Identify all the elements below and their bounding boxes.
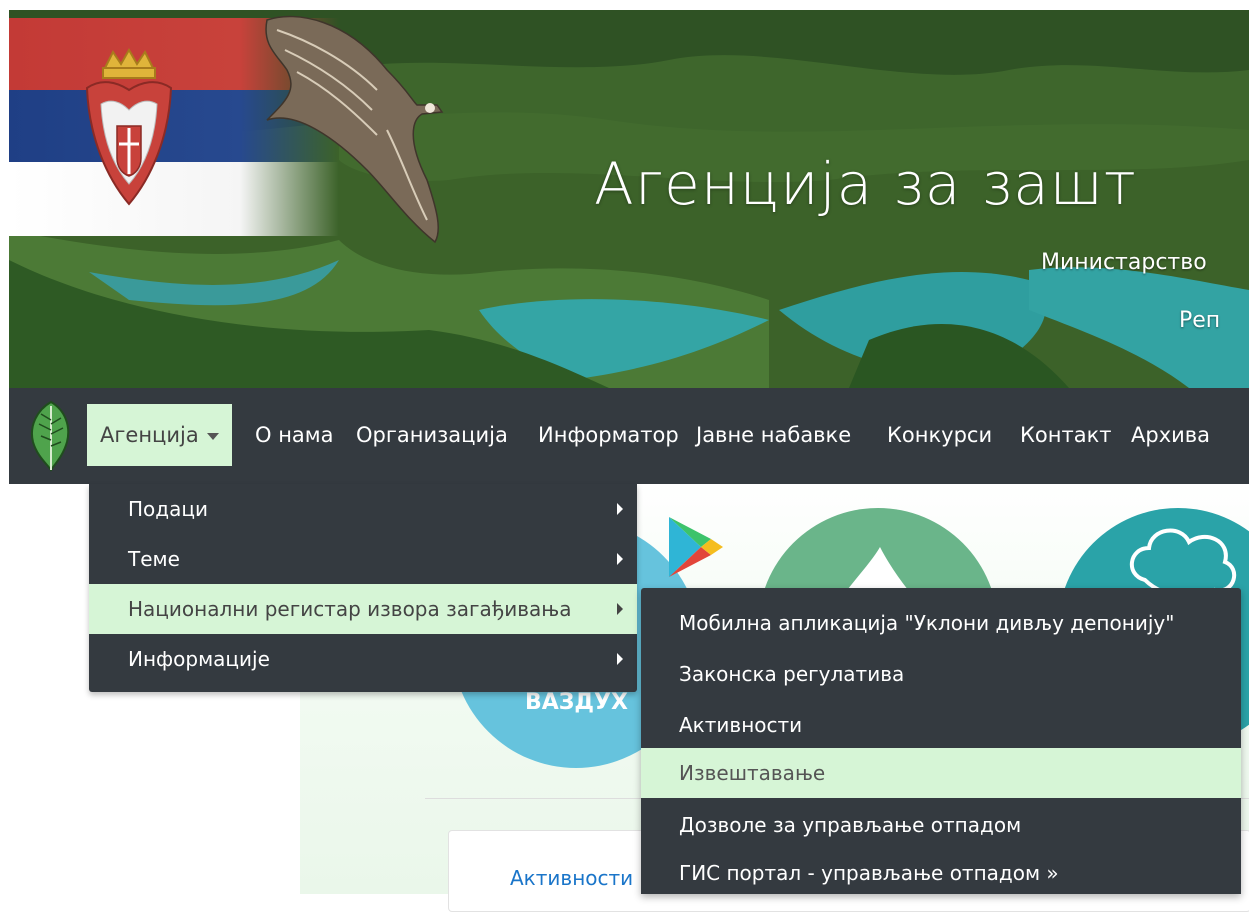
register-submenu: Мобилна апликација "Уклони дивљу депониј… xyxy=(641,588,1241,894)
site-title: Агенција за зашт xyxy=(594,150,1137,218)
chevron-right-icon xyxy=(617,503,623,515)
nav-item-informator[interactable]: Информатор xyxy=(538,404,679,466)
chevron-right-icon xyxy=(617,653,623,665)
activities-link[interactable]: Активности xyxy=(510,866,633,890)
submenu-item-activities[interactable]: Активности xyxy=(641,700,1241,750)
submenu-item-waste-permits[interactable]: Дозволе за управљање отпадом xyxy=(641,800,1241,850)
dropdown-item-data-label: Подаци xyxy=(128,497,208,521)
nav-item-agency[interactable]: Агенција xyxy=(87,404,232,466)
submenu-item-reporting[interactable]: Извештавање xyxy=(641,748,1241,798)
dropdown-item-register-label: Национални регистар извора загађивања xyxy=(128,597,572,621)
dropdown-item-information[interactable]: Информације xyxy=(89,634,637,684)
submenu-item-label: ГИС портал - управљање отпадом » xyxy=(679,861,1059,885)
chevron-right-icon xyxy=(617,553,623,565)
chevron-right-icon xyxy=(617,603,623,615)
air-category-label: ВАЗДУХ xyxy=(525,690,628,715)
dropdown-item-national-pollution-register[interactable]: Национални регистар извора загађивања xyxy=(89,584,637,634)
coat-of-arms-icon xyxy=(85,48,173,206)
dropdown-item-information-label: Информације xyxy=(128,647,270,671)
submenu-item-label: Извештавање xyxy=(679,761,826,785)
submenu-item-label: Законска регулатива xyxy=(679,662,905,686)
caret-down-icon xyxy=(206,432,219,440)
submenu-item-label: Активности xyxy=(679,713,803,737)
leaf-logo-icon[interactable] xyxy=(29,400,73,472)
agency-dropdown-menu: Подаци Теме Национални регистар извора з… xyxy=(89,484,637,692)
nav-item-archive[interactable]: Архива xyxy=(1131,404,1210,466)
header-banner: Агенција за зашт Министарство Реп xyxy=(9,10,1249,388)
vulture-image xyxy=(265,15,444,244)
main-navbar: Агенција О нама Организација Информатор … xyxy=(9,388,1249,484)
submenu-item-label: Мобилна апликација "Уклони дивљу депониј… xyxy=(679,611,1175,635)
nav-item-agency-label: Агенција xyxy=(100,423,199,447)
nav-item-contact[interactable]: Контакт xyxy=(1020,404,1112,466)
submenu-item-label: Дозволе за управљање отпадом xyxy=(679,813,1022,837)
republic-subtitle: Реп xyxy=(1179,308,1221,333)
submenu-item-legislation[interactable]: Законска регулатива xyxy=(641,649,1241,699)
dropdown-item-topics[interactable]: Теме xyxy=(89,534,637,584)
nav-item-competitions[interactable]: Конкурси xyxy=(887,404,992,466)
dropdown-item-data[interactable]: Подаци xyxy=(89,484,637,534)
submenu-item-mobile-app[interactable]: Мобилна апликација "Уклони дивљу депониј… xyxy=(641,598,1241,648)
nav-item-organization[interactable]: Организација xyxy=(356,404,508,466)
nav-item-about[interactable]: О нама xyxy=(255,404,334,466)
submenu-item-gis-portal[interactable]: ГИС портал - управљање отпадом » xyxy=(641,848,1241,898)
ministry-subtitle: Министарство xyxy=(1041,250,1207,275)
nav-item-public-procurement[interactable]: Јавне набавке xyxy=(696,404,851,466)
google-play-icon[interactable] xyxy=(665,515,725,579)
dropdown-item-topics-label: Теме xyxy=(128,547,180,571)
